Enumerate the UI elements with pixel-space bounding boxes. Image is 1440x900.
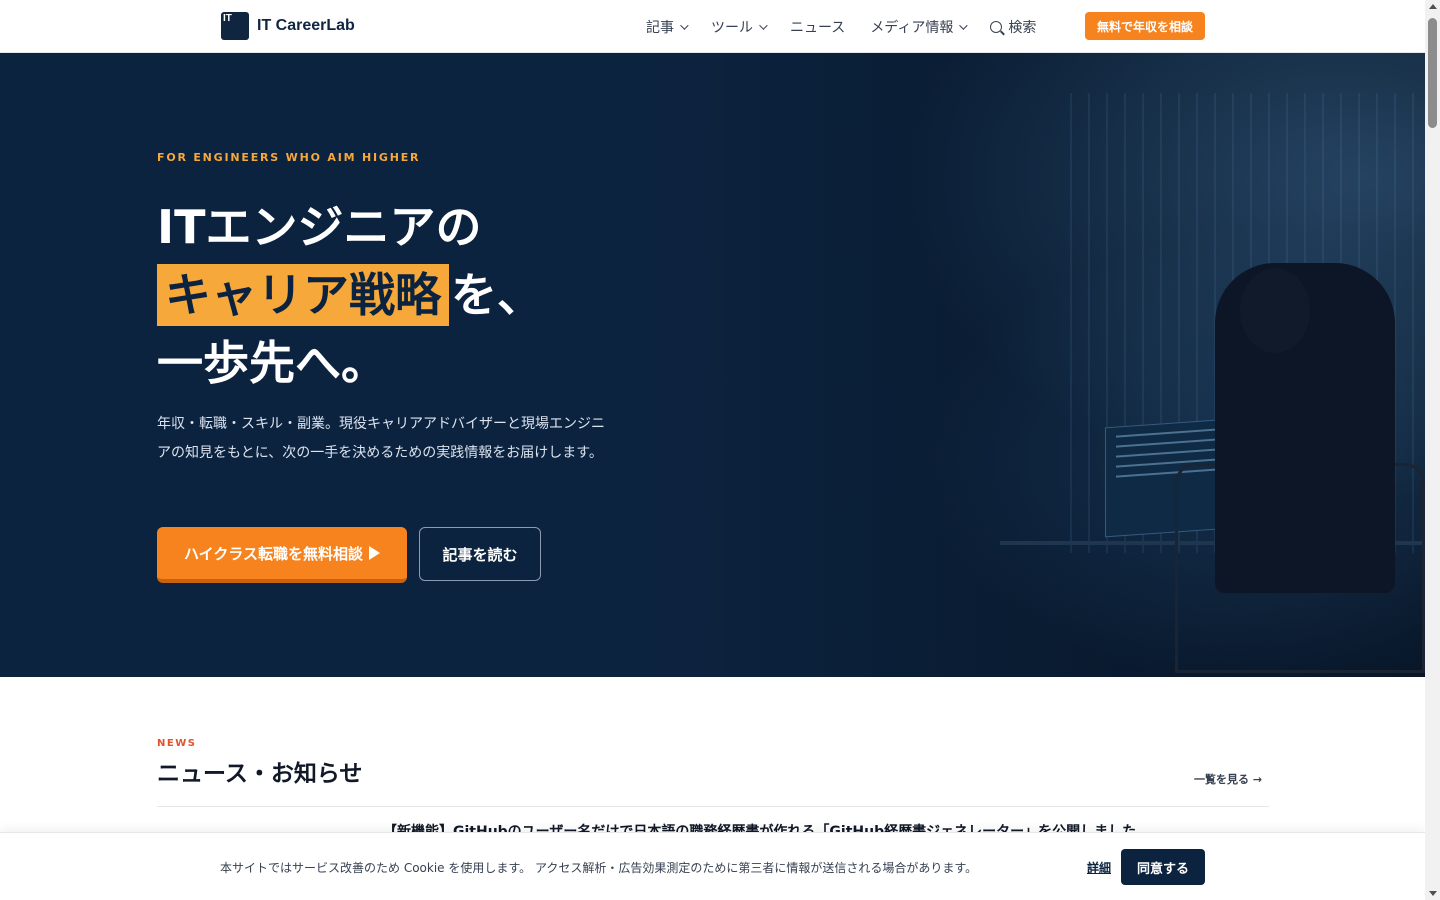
nav-search-label: 検索: [1008, 19, 1037, 36]
hero-title-line1: ITエンジニアの: [157, 200, 482, 254]
search-icon: [990, 20, 1003, 33]
hero-title-line2: キャリア戦略 を、: [157, 261, 543, 329]
person-head-silhouette: [1240, 268, 1310, 353]
play-icon: [369, 546, 381, 560]
page-scrollbar[interactable]: [1425, 0, 1440, 900]
nav-news-label: ニュース: [790, 19, 846, 36]
news-title: ニュース・お知らせ: [157, 761, 363, 787]
hero-eyebrow: FOR ENGINEERS WHO AIM HIGHER: [157, 151, 421, 164]
consultation-button[interactable]: ハイクラス転職を無料相談: [157, 527, 407, 583]
hero-title: ITエンジニアの キャリア戦略 を、 一歩先へ。: [157, 193, 543, 397]
nav-search[interactable]: 検索: [990, 17, 1036, 37]
scroll-down-icon[interactable]: [1429, 891, 1437, 896]
nav-tools[interactable]: ツール: [711, 17, 768, 37]
cookie-text: 本サイトではサービス改善のため Cookie を使用します。 アクセス解析・広告…: [220, 861, 978, 875]
hero-title-line3: 一歩先へ。: [157, 336, 387, 390]
nav-news[interactable]: ニュース: [790, 17, 845, 37]
chevron-down-icon: [959, 20, 969, 30]
nav-media[interactable]: メディア情報: [870, 17, 969, 37]
nav-articles-label: 記事: [646, 19, 674, 36]
nav-media-label: メディア情報: [870, 19, 954, 36]
scroll-thumb[interactable]: [1428, 18, 1437, 128]
scroll-up-icon[interactable]: [1429, 4, 1437, 9]
cookie-accept-button[interactable]: 同意する: [1121, 849, 1205, 885]
logo-text: IT CareerLab: [257, 17, 355, 34]
chevron-down-icon: [759, 20, 768, 30]
consultation-button-label: ハイクラス転職を無料相談: [183, 544, 364, 563]
hero-title-highlight: キャリア戦略: [157, 264, 449, 326]
nav-articles[interactable]: 記事: [646, 17, 689, 37]
cookie-consent-bar: 本サイトではサービス改善のため Cookie を使用します。 アクセス解析・広告…: [0, 832, 1425, 900]
news-eyebrow: NEWS: [157, 738, 197, 749]
hero-title-line2-rest: を、: [451, 268, 543, 322]
header-cta-button[interactable]: 無料で年収を相談: [1085, 12, 1205, 40]
hero-description: 年収・転職・スキル・副業。現役キャリアアドバイザーと現場エンジニアの知見をもとに…: [157, 416, 605, 461]
site-header: IT IT CareerLab 記事 ツール ニュース メディア情報 検索 無料…: [0, 0, 1425, 53]
nav-tools-label: ツール: [711, 19, 753, 36]
logo-mark-icon: IT: [221, 12, 249, 40]
cookie-detail-link[interactable]: 詳細: [1087, 859, 1111, 876]
site-logo[interactable]: IT IT CareerLab: [221, 12, 355, 40]
chevron-down-icon: [680, 20, 689, 30]
news-divider: [157, 806, 1269, 807]
hero-section: FOR ENGINEERS WHO AIM HIGHER ITエンジニアの キャ…: [0, 53, 1425, 677]
news-more-link[interactable]: 一覧を見る →: [1194, 771, 1262, 787]
read-articles-button[interactable]: 記事を読む: [419, 527, 541, 581]
main-nav: 記事 ツール ニュース メディア情報 検索: [646, 0, 1061, 53]
